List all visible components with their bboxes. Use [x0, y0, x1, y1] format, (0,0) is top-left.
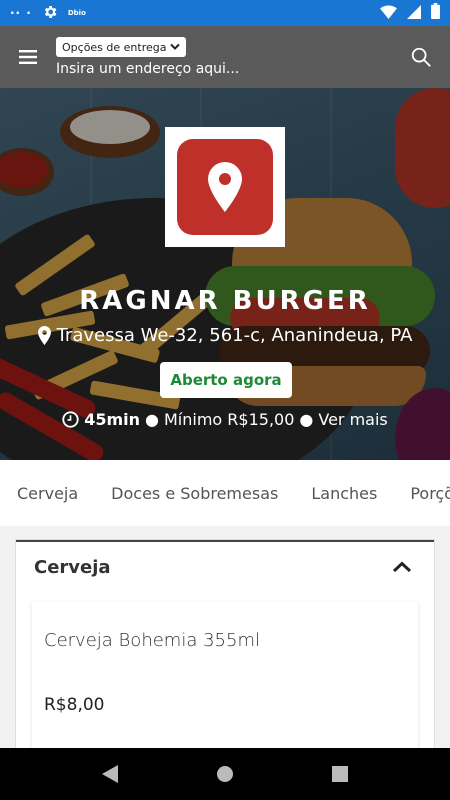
map-pin-icon — [208, 162, 242, 212]
open-status-badge: Aberto agora — [160, 362, 292, 398]
hamburger-menu-icon — [19, 50, 37, 64]
section-header[interactable]: Cerveja — [16, 542, 434, 592]
tab-cerveja[interactable]: Cerveja — [17, 484, 78, 503]
chevron-up-icon — [392, 561, 412, 573]
status-bar-left: ·· · Dbio — [10, 4, 86, 23]
home-icon[interactable] — [216, 765, 234, 783]
system-nav-bar — [0, 748, 450, 800]
address-area: Opções de entrega Insira um endereço aqu… — [56, 37, 392, 77]
collapse-button[interactable] — [388, 553, 416, 581]
app-bar: Opções de entrega Insira um endereço aqu… — [0, 26, 450, 88]
settings-icon — [42, 4, 58, 23]
cell-signal-icon — [407, 4, 421, 23]
status-mini-label: Dbio — [67, 8, 86, 17]
restaurant-name: RAGNAR BURGER — [79, 286, 371, 316]
signal-dots: ·· · — [10, 6, 32, 20]
delivery-options-select[interactable]: Opções de entrega — [56, 37, 187, 57]
search-button[interactable] — [392, 26, 450, 88]
tab-lanches[interactable]: Lanches — [311, 484, 377, 503]
clock-icon — [62, 411, 79, 428]
recents-icon[interactable] — [332, 766, 348, 782]
product-item[interactable]: Cerveja Bohemia 355ml R$8,00 — [32, 602, 418, 762]
minimum-order: Mínimo R$15,00 — [164, 410, 295, 429]
wifi-icon — [380, 4, 397, 23]
delivery-options-label: Opções de entrega — [62, 40, 167, 54]
separator-dot: ● — [299, 410, 314, 429]
separator-dot: ● — [145, 410, 159, 429]
restaurant-logo — [165, 127, 285, 247]
status-bar-right — [380, 3, 440, 23]
chevron-down-icon — [170, 43, 181, 50]
logo-tile — [177, 139, 273, 235]
restaurant-address: Travessa We-32, 561-c, Ananindeua, PA — [0, 325, 450, 346]
battery-icon — [431, 3, 440, 23]
address-text: Travessa We-32, 561-c, Ananindeua, PA — [56, 325, 413, 346]
menu-button[interactable] — [0, 26, 56, 88]
product-name: Cerveja Bohemia 355ml — [44, 630, 260, 651]
product-price: R$8,00 — [44, 695, 105, 715]
search-icon — [411, 47, 431, 67]
category-section-card: Cerveja Cerveja Bohemia 355ml R$8,00 — [16, 540, 434, 762]
back-icon[interactable] — [102, 765, 118, 783]
tab-doces-e-sobremesas[interactable]: Doces e Sobremesas — [111, 484, 278, 503]
address-input[interactable]: Insira um endereço aqui... — [56, 61, 392, 77]
tab-porcoes[interactable]: Porções — [410, 484, 450, 503]
map-marker-icon — [37, 326, 51, 345]
restaurant-info-line: 45min ● Mínimo R$15,00 ● Ver mais — [0, 410, 450, 429]
app-screen: ·· · Dbio Opções de entrega Insira um en… — [0, 0, 450, 800]
category-tabs: Cerveja Doces e Sobremesas Lanches Porçõ… — [0, 460, 450, 526]
status-bar: ·· · Dbio — [0, 0, 450, 26]
see-more-link[interactable]: Ver mais — [318, 410, 387, 429]
delivery-time: 45min — [84, 410, 141, 429]
section-title: Cerveja — [34, 556, 111, 578]
